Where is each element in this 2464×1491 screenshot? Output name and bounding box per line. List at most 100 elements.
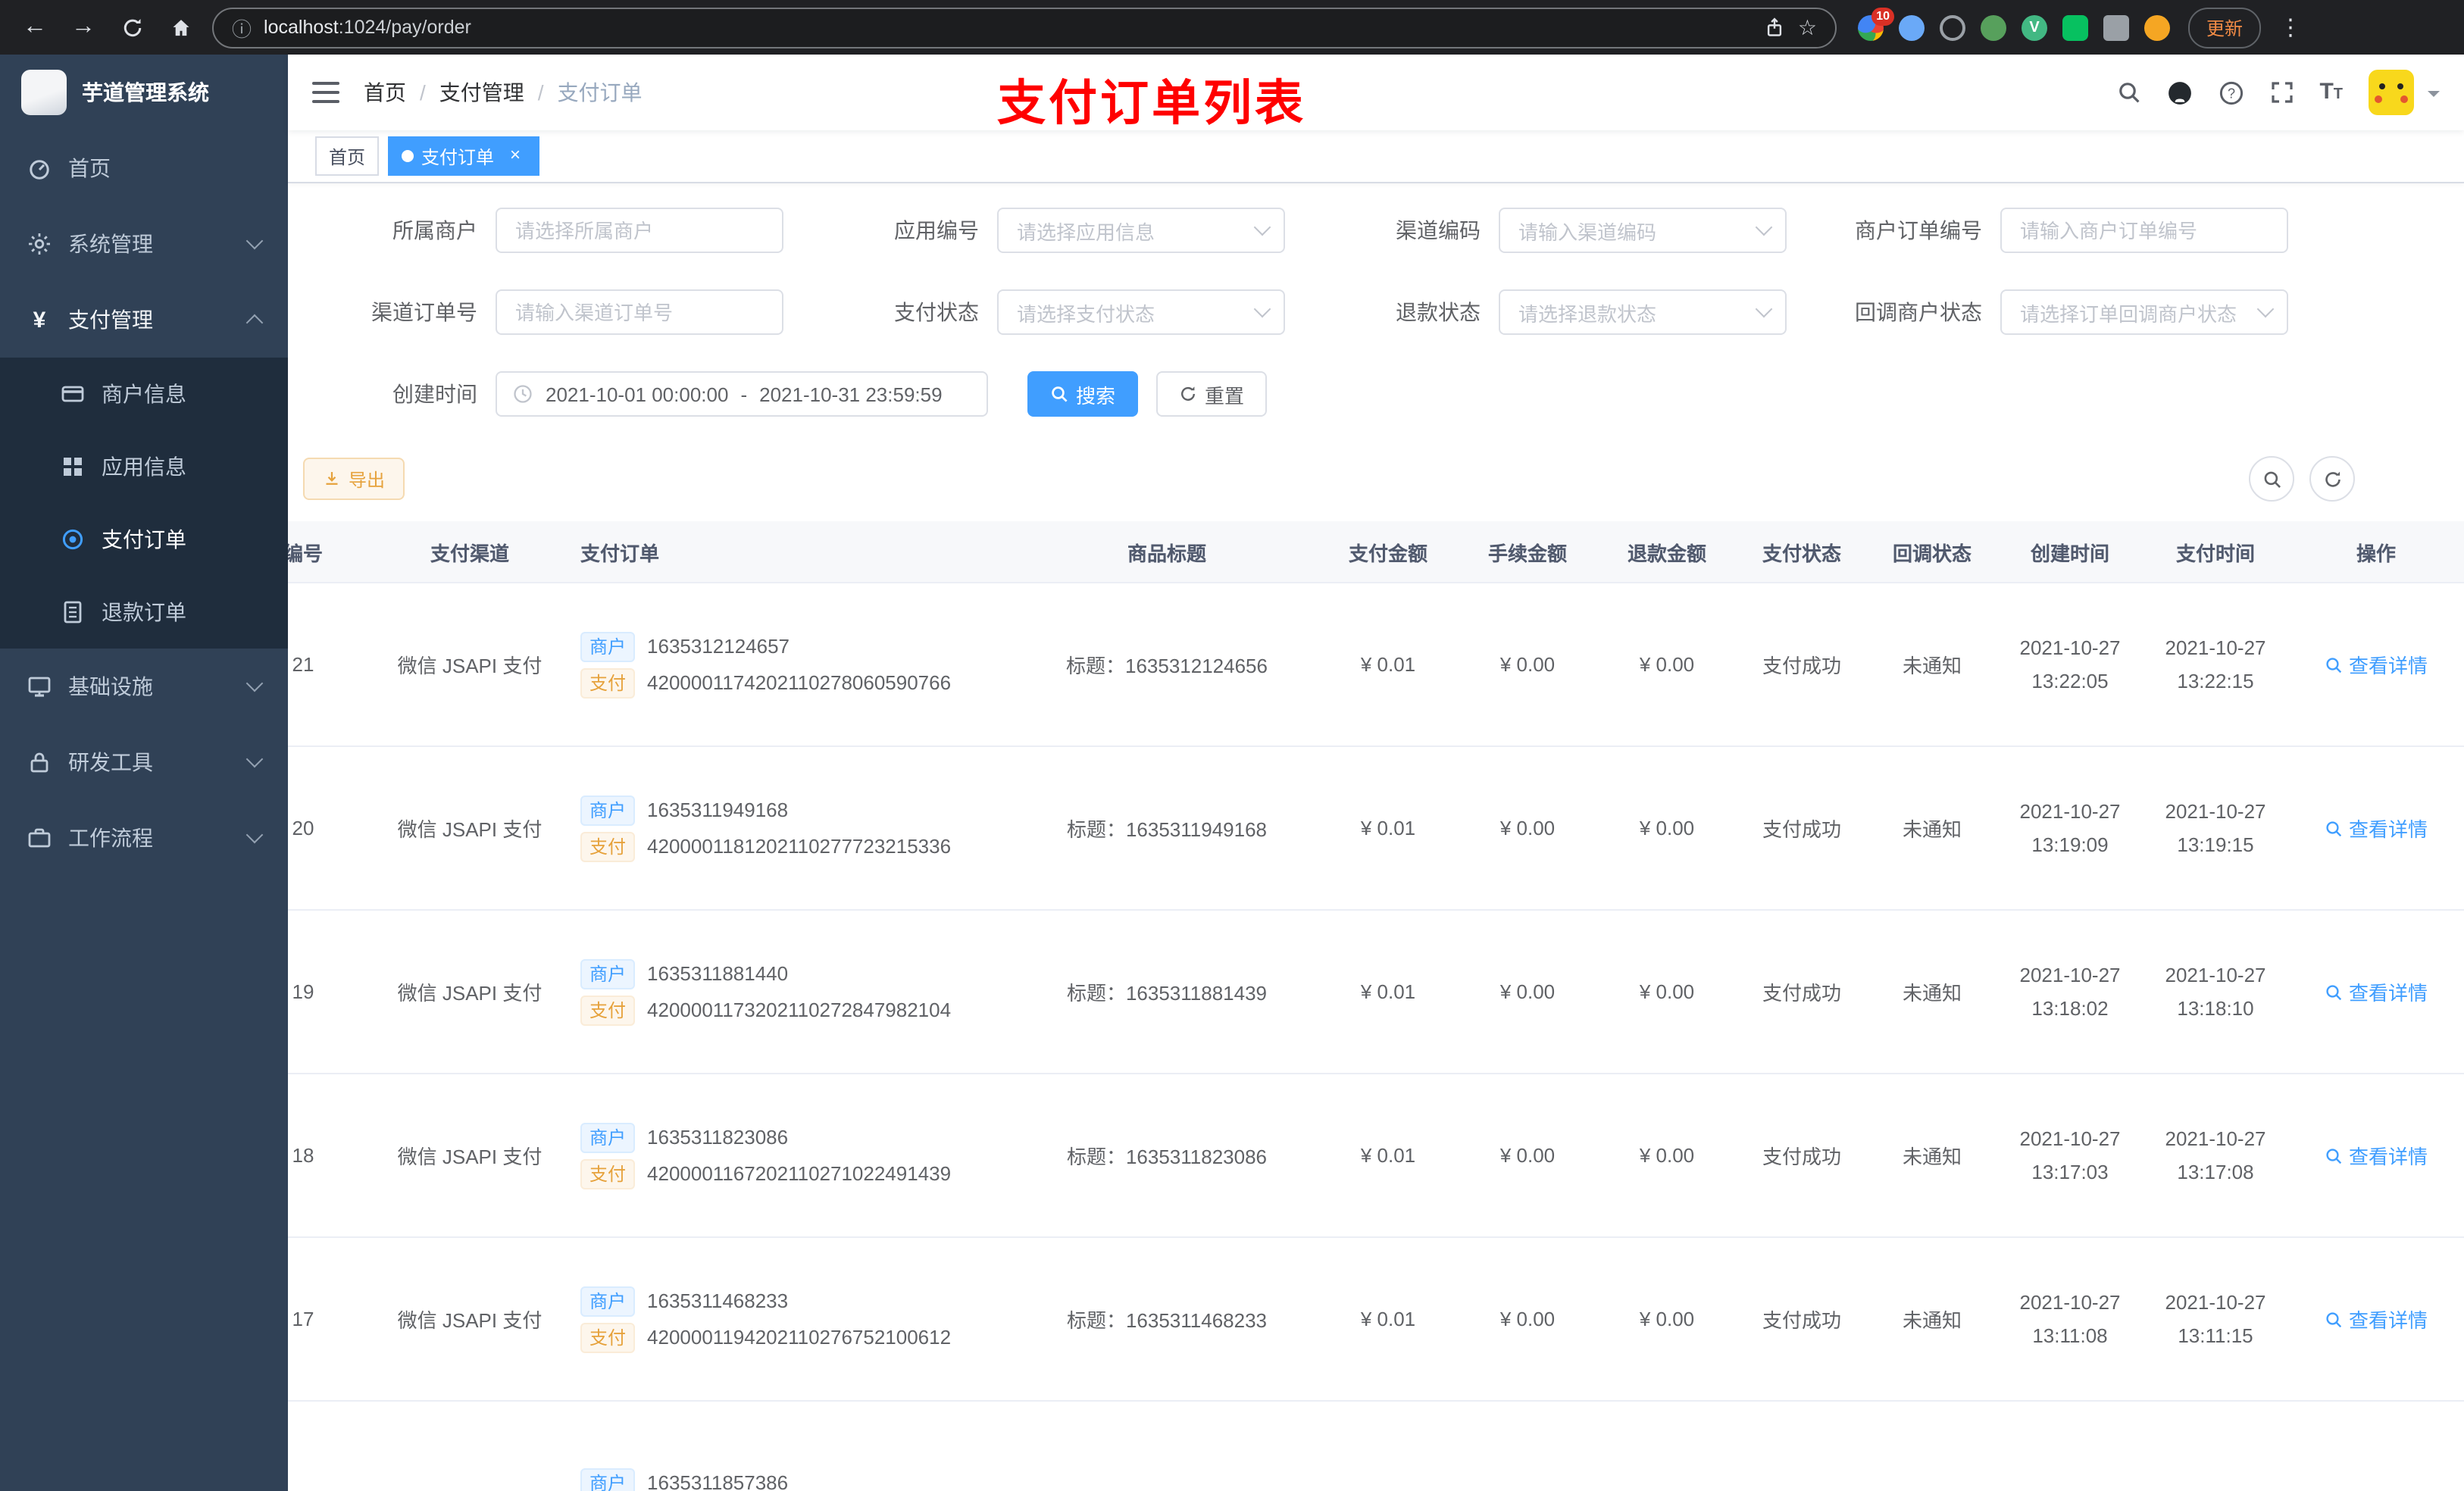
- chevron-up-icon: [245, 314, 264, 332]
- share-icon[interactable]: [1765, 17, 1786, 38]
- github-icon[interactable]: [2166, 80, 2192, 105]
- address-bar[interactable]: ⓘ localhost:1024/pay/order ☆: [212, 7, 1837, 48]
- help-icon[interactable]: ?: [2218, 80, 2244, 105]
- extension-badge: 10: [1871, 7, 1894, 25]
- back-icon[interactable]: ←: [15, 8, 55, 47]
- site-info-icon[interactable]: ⓘ: [232, 13, 252, 42]
- table-row: 21 微信 JSAPI 支付 商户 1635312124657 支付 4200001…: [288, 583, 2464, 747]
- view-detail-link[interactable]: 查看详情: [2325, 1305, 2428, 1333]
- chevron-down-icon: [1253, 300, 1271, 318]
- channel-code-select[interactable]: 请输入渠道编码: [1499, 208, 1787, 253]
- breadcrumb-pay-management[interactable]: 支付管理: [439, 77, 524, 108]
- bookmark-star-icon[interactable]: ☆: [1798, 14, 1817, 40]
- refresh-icon: [2325, 470, 2340, 486]
- page-title-annotation: 支付订单列表: [997, 76, 1307, 130]
- table-toolbar: 导出: [303, 456, 2449, 502]
- home-icon[interactable]: [161, 8, 200, 47]
- svg-text:?: ?: [2227, 85, 2234, 100]
- monitor-icon: [28, 677, 51, 697]
- extension-collage-icon[interactable]: 10: [1858, 7, 1894, 40]
- sidebar-item-home[interactable]: 首页: [0, 130, 288, 206]
- chevron-down-icon: [245, 826, 264, 844]
- merchant-tag: 商户: [580, 795, 636, 825]
- search-icon: [2263, 470, 2280, 487]
- chevron-down-icon: [2256, 300, 2275, 318]
- browser-nav-buttons: ← →: [15, 8, 200, 47]
- profile-avatar-icon[interactable]: [2144, 14, 2170, 40]
- avatar-caret-icon[interactable]: [2428, 91, 2440, 103]
- extension-green-icon[interactable]: [1981, 14, 2006, 40]
- hamburger-icon[interactable]: [312, 80, 339, 105]
- chevron-down-icon: [1755, 300, 1773, 318]
- merchant-tag: 商户: [580, 631, 636, 661]
- refresh-table-button[interactable]: [2309, 456, 2355, 502]
- search-button[interactable]: 搜索: [1027, 371, 1139, 417]
- browser-toolbar: ← → ⓘ localhost:1024/pay/order ☆ 10 V 更新…: [0, 0, 2464, 55]
- logo-image: [21, 70, 67, 115]
- toggle-search-button[interactable]: [2249, 456, 2294, 502]
- merchant-order-input[interactable]: [2000, 208, 2288, 253]
- pay-status-select[interactable]: 请选择支付状态: [997, 289, 1285, 335]
- update-button[interactable]: 更新: [2188, 7, 2262, 48]
- merchant-input[interactable]: [496, 208, 783, 253]
- sidebar-item-workflow[interactable]: 工作流程: [0, 800, 288, 876]
- view-detail-link[interactable]: 查看详情: [2325, 1141, 2428, 1170]
- forward-icon[interactable]: →: [64, 8, 103, 47]
- reset-button[interactable]: 重置: [1156, 371, 1268, 417]
- export-button[interactable]: 导出: [303, 458, 405, 500]
- active-dot: [402, 150, 414, 162]
- user-avatar[interactable]: [2369, 70, 2414, 115]
- reload-icon[interactable]: [112, 8, 152, 47]
- search-form: 所属商户 应用编号 请选择应用信息 渠道编码: [303, 208, 2449, 417]
- search-icon[interactable]: [2116, 80, 2140, 105]
- dashboard-icon: [30, 160, 49, 180]
- breadcrumb-home[interactable]: 首页: [364, 77, 406, 108]
- font-size-icon[interactable]: TT: [2319, 80, 2343, 105]
- document-icon: [64, 601, 82, 624]
- browser-menu-icon[interactable]: ⋮: [2273, 14, 2309, 41]
- pay-tag: 支付: [580, 1322, 636, 1352]
- extension-ring-icon[interactable]: [1940, 14, 1965, 40]
- sidebar-item-infra[interactable]: 基础设施: [0, 649, 288, 724]
- puzzle-extensions-icon[interactable]: [2103, 14, 2129, 40]
- extension-blue-icon[interactable]: [1899, 14, 1925, 40]
- sidebar-item-pay-order[interactable]: 支付订单: [0, 503, 288, 576]
- card-icon: [61, 386, 84, 402]
- merchant-tag: 商户: [580, 958, 636, 989]
- close-icon[interactable]: ×: [505, 145, 526, 167]
- view-detail-link[interactable]: 查看详情: [2325, 814, 2428, 842]
- gear-icon: [29, 233, 50, 255]
- table-row: 18 微信 JSAPI 支付 商户 1635311823086 支付 4200001…: [288, 1074, 2464, 1238]
- page-content: 所属商户 应用编号 请选择应用信息 渠道编码: [288, 183, 2464, 1491]
- create-time-range-picker[interactable]: 2021-10-01 00:00:00 - 2021-10-31 23:59:5…: [496, 371, 988, 417]
- url-text: localhost:1024/pay/order: [264, 17, 471, 38]
- breadcrumb: 首页 / 支付管理 / 支付订单: [364, 77, 643, 108]
- pay-tag: 支付: [580, 1158, 636, 1189]
- refund-status-select[interactable]: 请选择退款状态: [1499, 289, 1787, 335]
- table-row: 17 微信 JSAPI 支付 商户 1635311468233 支付 4200001…: [288, 1237, 2464, 1402]
- search-icon: [2326, 1311, 2342, 1327]
- notify-status-select[interactable]: 请选择订单回调商户状态: [2000, 289, 2288, 335]
- chat-extension-icon[interactable]: [2062, 14, 2088, 40]
- target-icon: [62, 529, 83, 550]
- tags-view: 首页 支付订单 ×: [288, 130, 2464, 183]
- tab-pay-order[interactable]: 支付订单 ×: [388, 136, 540, 176]
- sidebar-item-app-info[interactable]: 应用信息: [0, 430, 288, 503]
- view-detail-link[interactable]: 查看详情: [2325, 977, 2428, 1006]
- tab-home[interactable]: 首页: [315, 136, 380, 176]
- sidebar-item-devtools[interactable]: 研发工具: [0, 724, 288, 800]
- table-row: 19 微信 JSAPI 支付 商户 1635311881440 支付 4200001…: [288, 910, 2464, 1074]
- vue-devtools-icon[interactable]: V: [2022, 14, 2047, 40]
- sidebar-item-system[interactable]: 系统管理: [0, 206, 288, 282]
- refresh-icon: [1181, 386, 1196, 401]
- app-select[interactable]: 请选择应用信息: [997, 208, 1285, 253]
- sidebar-item-refund-order[interactable]: 退款订单: [0, 576, 288, 649]
- merchant-tag: 商户: [580, 1122, 636, 1152]
- sidebar-item-merchant-info[interactable]: 商户信息: [0, 358, 288, 430]
- view-detail-link[interactable]: 查看详情: [2325, 650, 2428, 679]
- screen: ← → ⓘ localhost:1024/pay/order ☆ 10 V 更新…: [0, 0, 2464, 1491]
- search-icon: [2326, 984, 2342, 1000]
- fullscreen-icon[interactable]: [2269, 80, 2294, 105]
- sidebar-item-payment[interactable]: ¥ 支付管理: [0, 282, 288, 358]
- channel-order-input[interactable]: [496, 289, 783, 335]
